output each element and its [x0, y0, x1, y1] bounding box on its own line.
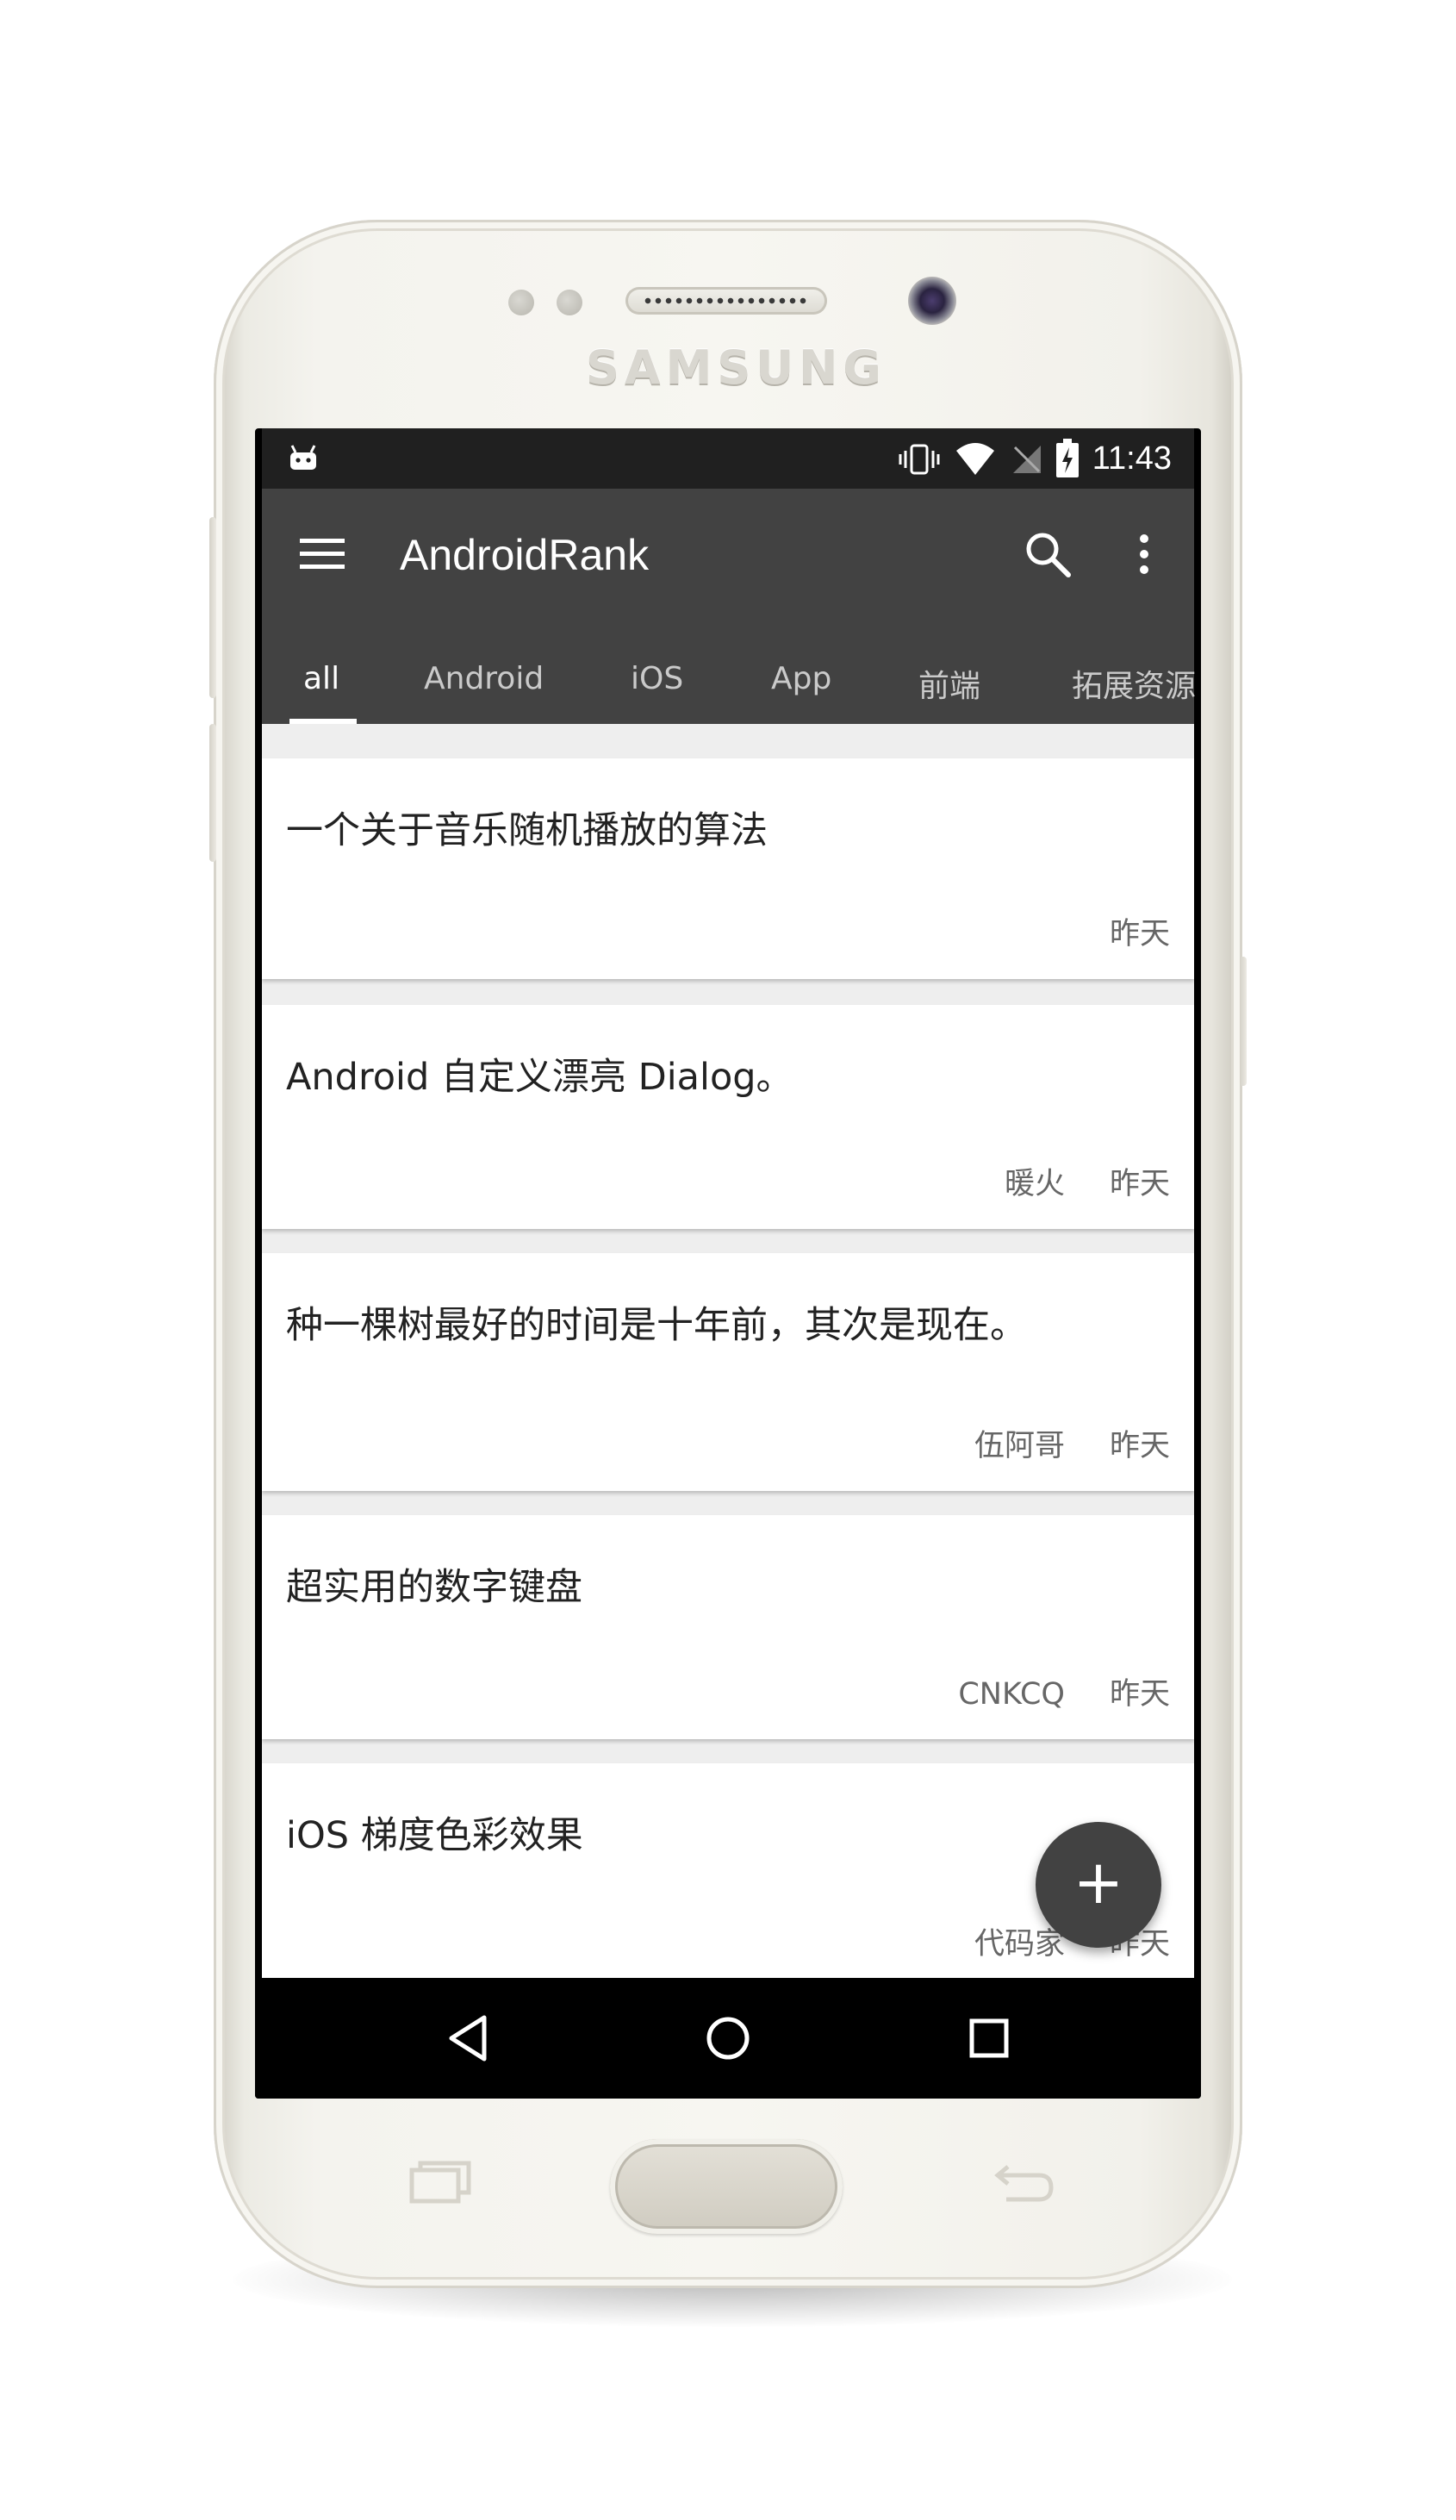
status-time: 11:43: [1092, 440, 1172, 477]
recent-apps-icon[interactable]: [961, 2011, 1017, 2066]
article-date: 昨天: [1109, 1429, 1170, 1463]
tab-ios[interactable]: iOS: [631, 661, 683, 696]
add-fab-button[interactable]: +: [1036, 1822, 1161, 1948]
volume-button: [209, 517, 216, 698]
search-icon[interactable]: [1020, 527, 1075, 582]
home-icon[interactable]: [700, 2011, 756, 2066]
article-title: 超实用的数字键盘: [286, 1566, 582, 1609]
hardware-back-icon: [994, 2165, 1054, 2202]
system-navigation-bar: [255, 1978, 1201, 2099]
article-meta: 暖火 昨天: [960, 1159, 1170, 1203]
article-title: 一个关于音乐随机播放的算法: [286, 809, 768, 852]
android-notification-icon: [290, 445, 316, 470]
light-sensor: [557, 290, 582, 315]
volume-button-2: [209, 724, 216, 862]
vibrate-icon: [899, 444, 940, 475]
article-card[interactable]: 超实用的数字键盘 CNKCQ 昨天: [262, 1515, 1194, 1739]
proximity-sensor: [508, 290, 534, 315]
article-meta: 昨天: [1065, 909, 1170, 953]
tab-frontend[interactable]: 前端: [918, 661, 980, 706]
menu-icon[interactable]: [300, 535, 345, 573]
article-card[interactable]: 种一棵树最好的时间是十年前，其次是现在。 伍阿哥 昨天: [262, 1253, 1194, 1491]
earpiece-speaker: [625, 287, 827, 315]
article-author: 伍阿哥: [974, 1429, 1065, 1463]
article-date: 昨天: [1109, 1167, 1170, 1201]
back-icon[interactable]: [441, 2011, 496, 2066]
wifi-icon: [956, 443, 994, 475]
hardware-home-button: [610, 2139, 843, 2234]
app-toolbar: AndroidRank all Android iOS App 前端 拓展资源: [262, 489, 1196, 724]
brand-logo: SAMSUNG: [586, 340, 887, 395]
article-title: iOS 梯度色彩效果: [286, 1814, 583, 1857]
article-title: 种一棵树最好的时间是十年前，其次是现在。: [286, 1304, 1027, 1347]
no-signal-icon: [1013, 446, 1041, 473]
article-list: 一个关于音乐随机播放的算法 昨天 Android 自定义漂亮 Dialog。 暖…: [262, 724, 1194, 1978]
article-card[interactable]: Android 自定义漂亮 Dialog。 暖火 昨天: [262, 1005, 1194, 1229]
more-options-icon[interactable]: [1127, 527, 1161, 582]
article-title: Android 自定义漂亮 Dialog。: [286, 1056, 793, 1099]
status-bar: 11:43: [262, 428, 1194, 489]
article-author: 代码家: [974, 1927, 1065, 1962]
article-author: CNKCQ: [958, 1677, 1065, 1712]
front-camera: [908, 277, 956, 325]
screen: 11:43 AndroidRank all Android iOS App 前端…: [255, 428, 1201, 2099]
article-author: 暖火: [1004, 1167, 1065, 1201]
tab-all[interactable]: all: [303, 661, 339, 696]
hardware-recent-icon: [409, 2161, 471, 2204]
article-card[interactable]: 一个关于音乐随机播放的算法 昨天: [262, 758, 1194, 979]
power-button: [1240, 957, 1247, 1086]
article-meta: 伍阿哥 昨天: [930, 1421, 1170, 1465]
category-tabs: all Android iOS App 前端 拓展资源: [262, 635, 1196, 724]
app-title: AndroidRank: [400, 531, 650, 579]
article-date: 昨天: [1109, 917, 1170, 951]
battery-charging-icon: [1056, 439, 1079, 477]
article-meta: CNKCQ 昨天: [913, 1669, 1170, 1713]
tab-resources[interactable]: 拓展资源: [1072, 661, 1196, 706]
article-date: 昨天: [1109, 1677, 1170, 1712]
tab-app[interactable]: App: [771, 661, 831, 696]
tab-android[interactable]: Android: [424, 661, 544, 696]
